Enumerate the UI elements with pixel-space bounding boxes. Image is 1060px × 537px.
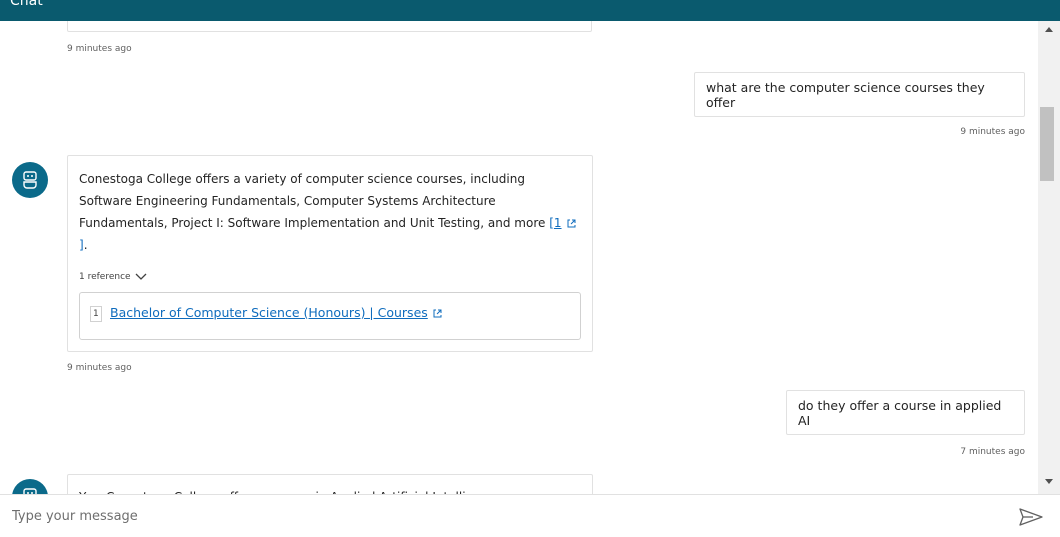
bot-avatar	[12, 479, 48, 494]
arrow-down-icon	[1045, 479, 1053, 484]
chat-scrollbar[interactable]	[1038, 21, 1060, 494]
bot-message-bubble: Yes, Conestoga College offers a course i…	[67, 474, 593, 494]
scroll-thumb[interactable]	[1040, 107, 1054, 181]
reference-number: 1	[90, 306, 102, 322]
reference-link[interactable]: Bachelor of Computer Science (Honours) |…	[110, 305, 443, 320]
user-message-bubble: what are the computer science courses th…	[694, 72, 1025, 117]
bot-avatar	[12, 162, 48, 198]
bot-message-text: Conestoga College offers a variety of co…	[79, 168, 579, 256]
message-timestamp: 9 minutes ago	[67, 44, 132, 54]
user-message-text: what are the computer science courses th…	[706, 79, 985, 110]
message-composer	[0, 494, 1060, 537]
chevron-down-icon	[135, 273, 147, 280]
chat-transcript[interactable]: 9 minutes ago what are the computer scie…	[0, 21, 1038, 494]
send-icon	[1019, 508, 1043, 526]
external-link-icon	[433, 309, 442, 318]
message-timestamp: 9 minutes ago	[960, 127, 1025, 137]
bot-icon	[23, 171, 37, 189]
external-link-icon	[567, 219, 576, 228]
message-timestamp: 7 minutes ago	[960, 447, 1025, 457]
references-toggle[interactable]: 1 reference	[79, 272, 147, 282]
scroll-up-button[interactable]	[1038, 21, 1060, 38]
bot-message-bubble	[67, 21, 592, 32]
message-input[interactable]	[0, 495, 1000, 537]
bot-message-bubble: Conestoga College offers a variety of co…	[67, 155, 593, 352]
reference-card[interactable]: 1 Bachelor of Computer Science (Honours)…	[79, 292, 581, 340]
arrow-up-icon	[1045, 27, 1053, 32]
bot-message-text: Yes, Conestoga College offers a course i…	[79, 486, 579, 494]
send-button[interactable]	[1014, 505, 1048, 529]
user-message-text: do they offer a course in applied AI	[798, 397, 1002, 428]
chat-header: Chat	[0, 0, 1060, 21]
user-message-bubble: do they offer a course in applied AI	[786, 390, 1025, 435]
scroll-down-button[interactable]	[1038, 473, 1060, 490]
message-timestamp: 9 minutes ago	[67, 363, 132, 373]
chat-title: Chat	[10, 0, 43, 9]
bot-icon	[23, 488, 37, 494]
